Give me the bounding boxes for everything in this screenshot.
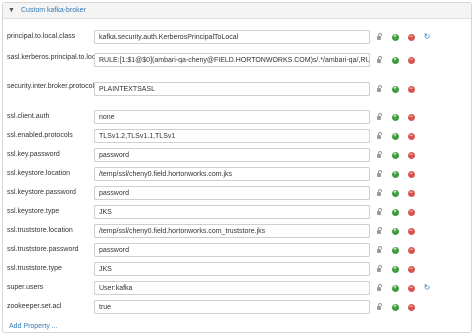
plus-circle-icon[interactable]: +	[391, 113, 399, 121]
plus-circle-icon[interactable]: +	[391, 132, 399, 140]
plus-circle-icon[interactable]: +	[391, 303, 399, 311]
plus-circle-icon[interactable]: +	[391, 151, 399, 159]
row-actions: + − ↻	[375, 281, 439, 295]
panel-title[interactable]: Custom kafka-broker	[21, 7, 86, 14]
row-actions: + −	[375, 148, 423, 162]
lock-icon[interactable]	[375, 303, 383, 311]
lock-icon[interactable]	[375, 265, 383, 273]
row-actions: + −	[375, 110, 423, 124]
row-actions: + −	[375, 300, 423, 314]
lock-icon[interactable]	[375, 170, 383, 178]
undo-icon[interactable]: ↻	[423, 284, 431, 292]
minus-circle-icon[interactable]: −	[407, 151, 415, 159]
property-value-input[interactable]: PLAINTEXTSASL	[94, 82, 370, 96]
lock-icon[interactable]	[375, 113, 383, 121]
minus-circle-icon[interactable]: −	[407, 265, 415, 273]
property-label: ssl.keystore.password	[7, 189, 76, 196]
plus-circle-icon[interactable]: +	[391, 85, 399, 93]
plus-circle-icon[interactable]: +	[391, 170, 399, 178]
minus-circle-icon[interactable]: −	[407, 56, 415, 64]
plus-circle-icon[interactable]: +	[391, 265, 399, 273]
plus-circle-icon[interactable]: +	[391, 33, 399, 41]
lock-icon[interactable]	[375, 227, 383, 235]
property-label: principal.to.local.class	[7, 33, 76, 40]
property-label: ssl.keystore.location	[7, 170, 71, 177]
property-label: ssl.enabled.protocols	[7, 132, 73, 139]
lock-icon[interactable]	[375, 56, 383, 64]
property-value-input[interactable]: password	[94, 186, 370, 200]
property-label: super.users	[7, 284, 44, 291]
lock-icon[interactable]	[375, 151, 383, 159]
property-value-input[interactable]: JKS	[94, 262, 370, 276]
plus-circle-icon[interactable]: +	[391, 208, 399, 216]
property-label: ssl.client.auth	[7, 113, 50, 120]
row-actions: + −	[375, 262, 423, 276]
property-label: ssl.key.password	[7, 151, 60, 158]
minus-circle-icon[interactable]: −	[407, 33, 415, 41]
row-actions: + −	[375, 129, 423, 143]
panel-header[interactable]: ▼ Custom kafka-broker	[3, 3, 471, 19]
row-actions: + −	[375, 243, 423, 257]
minus-circle-icon[interactable]: −	[407, 208, 415, 216]
property-label: ssl.truststore.location	[7, 227, 73, 234]
row-actions: + −	[375, 82, 423, 96]
row-actions: + −	[375, 205, 423, 219]
property-value-input[interactable]: User:kafka	[94, 281, 370, 295]
minus-circle-icon[interactable]: −	[407, 246, 415, 254]
plus-circle-icon[interactable]: +	[391, 189, 399, 197]
property-value-input[interactable]: password	[94, 243, 370, 257]
property-label: security.inter.broker.protocol	[7, 83, 95, 90]
property-value-input[interactable]: JKS	[94, 205, 370, 219]
property-value-input[interactable]: TLSv1.2,TLSv1.1,TLSv1	[94, 129, 370, 143]
row-actions: + −	[375, 167, 423, 181]
row-actions: + − ↻	[375, 30, 439, 44]
lock-icon[interactable]	[375, 284, 383, 292]
undo-icon[interactable]: ↻	[423, 33, 431, 41]
property-value-input[interactable]: /temp/ssl/cheny0.field.hortonworks.com_t…	[94, 224, 370, 238]
lock-icon[interactable]	[375, 189, 383, 197]
property-value-input[interactable]: true	[94, 300, 370, 314]
lock-icon[interactable]	[375, 246, 383, 254]
minus-circle-icon[interactable]: −	[407, 227, 415, 235]
lock-icon[interactable]	[375, 208, 383, 216]
plus-circle-icon[interactable]: +	[391, 284, 399, 292]
minus-circle-icon[interactable]: −	[407, 303, 415, 311]
plus-circle-icon[interactable]: +	[391, 246, 399, 254]
row-actions: + −	[375, 224, 423, 238]
row-actions: + −	[375, 53, 423, 67]
minus-circle-icon[interactable]: −	[407, 170, 415, 178]
property-label: zookeeper.set.acl	[7, 303, 62, 310]
plus-circle-icon[interactable]: +	[391, 227, 399, 235]
property-value-input[interactable]: none	[94, 110, 370, 124]
property-value-input[interactable]: /temp/ssl/cheny0.field.hortonworks.com.j…	[94, 167, 370, 181]
property-label: ssl.keystore.type	[7, 208, 60, 215]
custom-kafka-broker-panel: ▼ Custom kafka-broker principal.to.local…	[2, 2, 472, 333]
minus-circle-icon[interactable]: −	[407, 284, 415, 292]
property-value-input[interactable]: RULE:[1:$1@$0](ambari-qa-cheny@FIELD.HOR…	[94, 53, 370, 67]
minus-circle-icon[interactable]: −	[407, 189, 415, 197]
property-value-input[interactable]: kafka.security.auth.KerberosPrincipalToL…	[94, 30, 370, 44]
caret-down-icon[interactable]: ▼	[8, 7, 15, 14]
minus-circle-icon[interactable]: −	[407, 132, 415, 140]
plus-circle-icon[interactable]: +	[391, 56, 399, 64]
lock-icon[interactable]	[375, 33, 383, 41]
minus-circle-icon[interactable]: −	[407, 85, 415, 93]
add-property-link[interactable]: Add Property ...	[9, 323, 58, 330]
property-value-input[interactable]: password	[94, 148, 370, 162]
lock-icon[interactable]	[375, 132, 383, 140]
property-label: ssl.truststore.password	[7, 246, 79, 253]
property-label: ssl.truststore.type	[7, 265, 62, 272]
lock-icon[interactable]	[375, 85, 383, 93]
row-actions: + −	[375, 186, 423, 200]
property-label: sasl.kerberos.principal.to.local.rules	[7, 54, 118, 61]
minus-circle-icon[interactable]: −	[407, 113, 415, 121]
